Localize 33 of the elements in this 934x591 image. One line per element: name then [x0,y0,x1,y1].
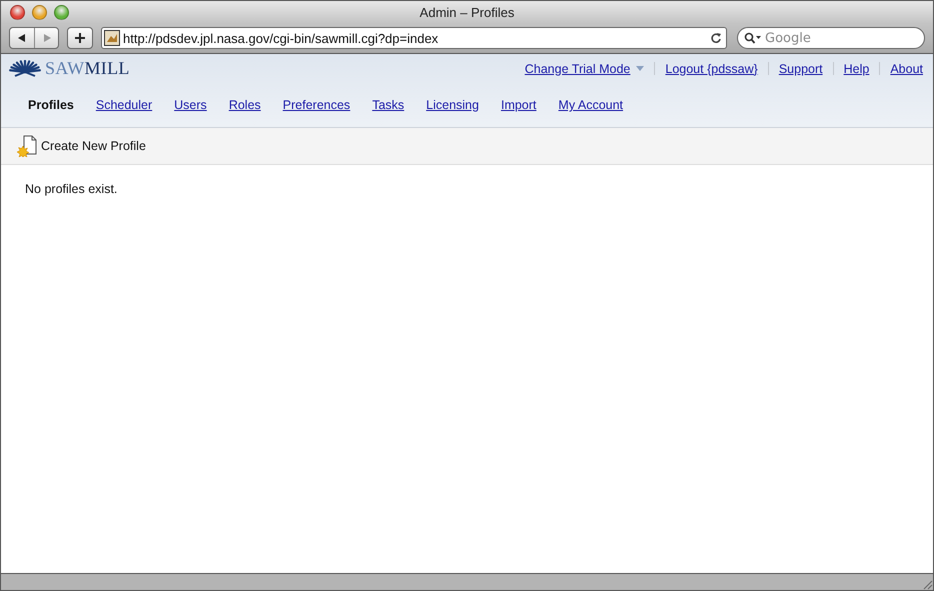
plus-icon [74,32,86,44]
header-link[interactable]: About [890,62,923,76]
nav-tab[interactable]: Users [174,98,207,112]
new-document-icon [17,135,39,157]
nav-tab[interactable]: Profiles [28,98,74,112]
forward-icon [42,33,52,43]
header-link[interactable]: Logout {pdssaw} [665,62,758,76]
nav-tab[interactable]: Import [500,98,536,112]
header-link[interactable]: Change Trial Mode [524,62,644,76]
search-field[interactable]: Google [737,27,925,49]
logo-text: SAWMILL [45,58,130,79]
window-title: Admin – Profiles [420,4,514,20]
search-icon [744,32,762,44]
empty-message: No profiles exist. [25,182,118,196]
logo-icon [9,60,41,78]
nav-tab[interactable]: My Account [558,98,624,112]
nav-tab[interactable]: Licensing [426,98,479,112]
nav-tab[interactable]: Roles [228,98,261,112]
create-profile-link[interactable]: Create New Profile [17,135,146,157]
nav-tab[interactable]: Preferences [282,98,350,112]
nav-tab[interactable]: Tasks [372,98,404,112]
address-field[interactable]: http://pdsdev.jpl.nasa.gov/cgi-bin/sawmill.cgi?dp=index [101,27,727,49]
window-control-button[interactable] [10,4,25,20]
reload-icon[interactable] [710,32,722,44]
resize-grip-icon[interactable] [921,578,933,590]
window-control-button[interactable] [32,4,47,20]
back-icon [17,33,27,43]
header-link[interactable]: Support [778,62,823,76]
nav-tab[interactable]: Scheduler [96,98,152,112]
header-link[interactable]: Help [844,62,870,76]
site-icon [104,30,120,46]
window-control-button[interactable] [54,4,69,20]
add-bookmark-button[interactable] [67,27,93,49]
